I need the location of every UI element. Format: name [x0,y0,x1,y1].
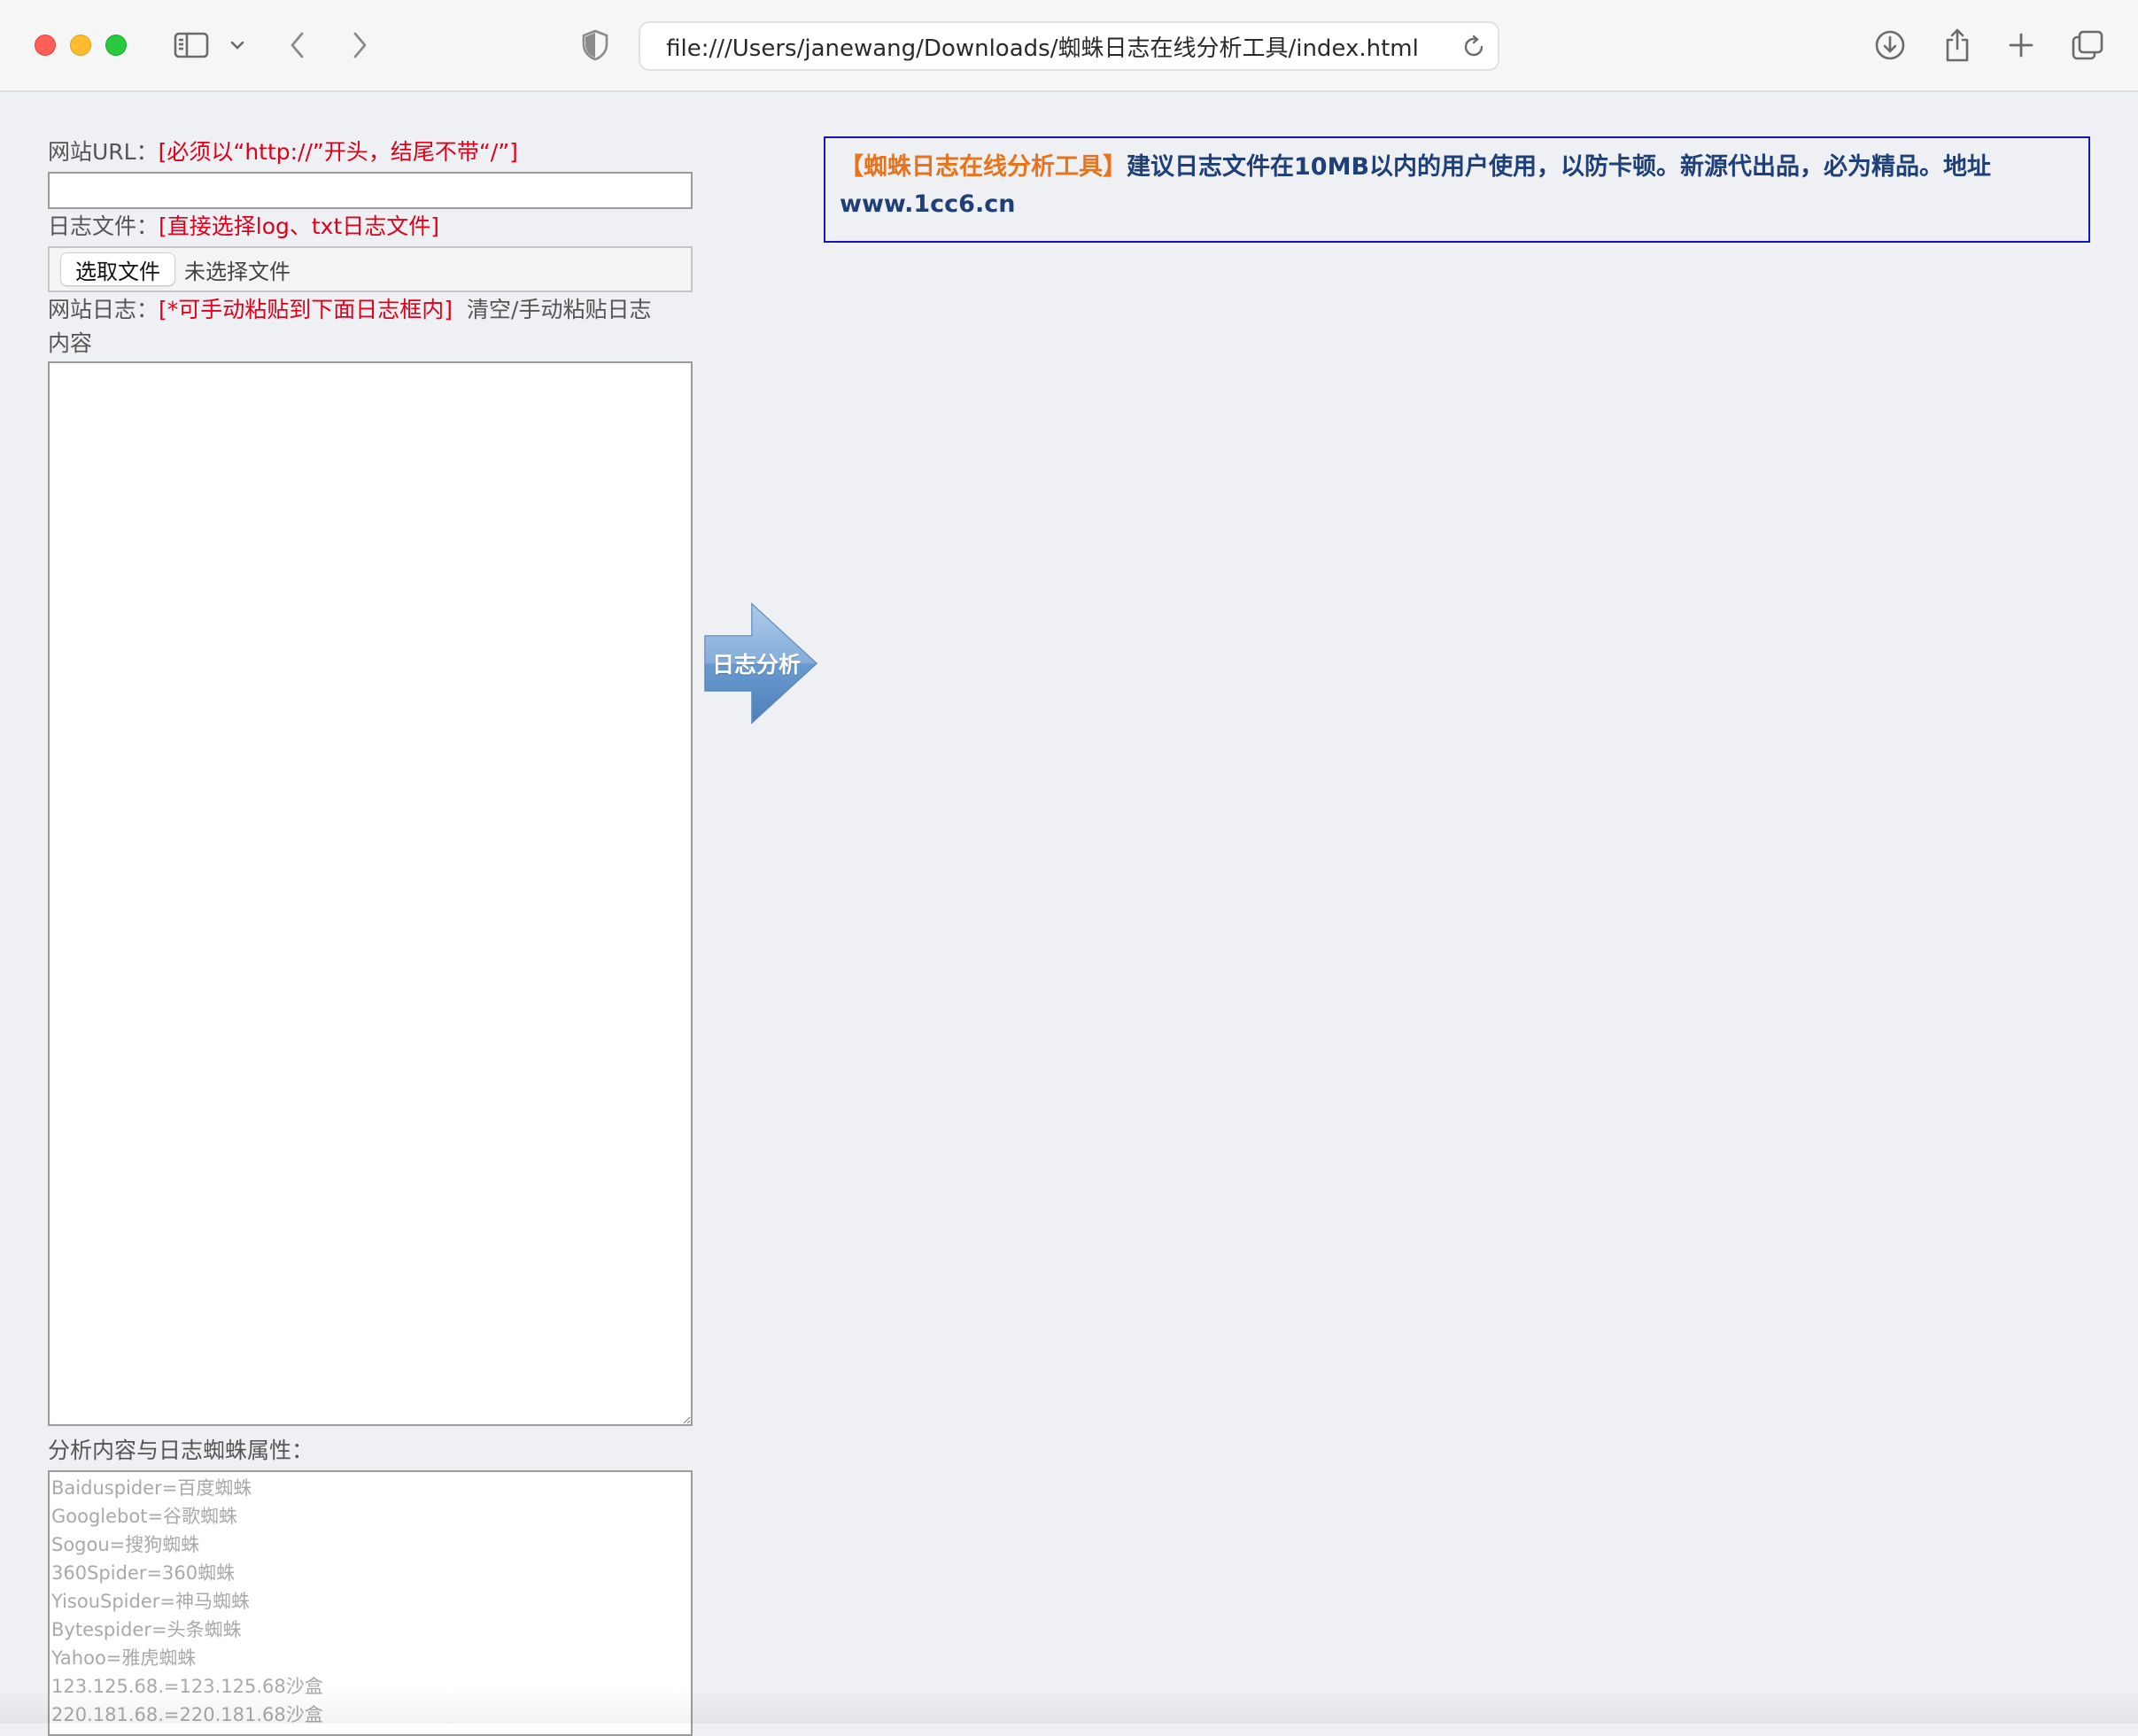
sidebar-menu-button[interactable] [225,23,250,67]
notice-url: www.1cc6.cn [840,190,1016,218]
download-icon [1873,28,1907,62]
tab-overview-button[interactable] [2067,23,2108,67]
attr-line: 123.125.68.=123.125.68沙盒 [51,1676,323,1697]
file-status: 未选择文件 [184,259,290,284]
attr-line: Googlebot=谷歌蜘蛛 [51,1506,238,1527]
reload-icon [1460,35,1487,64]
notice-box: 【蜘蛛日志在线分析工具】建议日志文件在10MB以内的用户使用，以防卡顿。新源代出… [824,136,2090,243]
back-button[interactable] [282,23,314,67]
tabs-icon [2071,29,2104,61]
attr-label: 分析内容与日志蜘蛛属性： [48,1438,314,1463]
log-hint: [*可手动粘贴到下面日志框内] [159,297,453,322]
log-textarea[interactable] [48,361,693,1426]
back-icon [288,30,307,60]
file-label: 日志文件： [48,213,159,239]
choose-file-button[interactable]: 选取文件 [60,252,175,286]
url-label-row: 网站URL：[必须以“http://”开头，结尾不带“/”] [48,136,518,168]
url-input[interactable] [48,172,693,209]
browser-toolbar: file:///Users/janewang/Downloads/蜘蛛日志在线分… [0,0,2138,92]
attr-line: Sogou=搜狗蜘蛛 [51,1534,200,1555]
minimize-window-button[interactable] [70,35,91,56]
sidebar-icon [174,31,209,59]
file-hint: [直接选择log、txt日志文件] [159,213,440,239]
file-label-row: 日志文件：[直接选择log、txt日志文件] [48,211,439,243]
share-icon [1942,27,1972,63]
forward-button[interactable] [344,23,376,67]
new-tab-button[interactable] [2002,23,2041,67]
attr-line: Bytespider=头条蜘蛛 [51,1619,242,1640]
address-bar[interactable]: file:///Users/janewang/Downloads/蜘蛛日志在线分… [639,21,1499,71]
zoom-window-button[interactable] [105,35,127,56]
attr-line: 360Spider=360蜘蛛 [51,1562,236,1584]
attr-line: Yahoo=雅虎蜘蛛 [51,1647,197,1669]
url-hint: [必须以“http://”开头，结尾不带“/”] [158,139,518,165]
forward-icon [350,30,369,60]
address-text: file:///Users/janewang/Downloads/蜘蛛日志在线分… [666,35,1419,62]
sidebar-toggle-button[interactable] [170,23,213,67]
analyze-button[interactable]: 日志分析 [703,601,820,726]
log-label-row: 网站日志：[*可手动粘贴到下面日志框内] 清空/手动粘贴日志 [48,294,651,326]
attr-line: YisouSpider=神马蜘蛛 [51,1591,250,1612]
chevron-down-icon [229,40,245,50]
attr-line: 220.181.68.=220.181.68沙盒 [51,1704,323,1725]
reload-button[interactable] [1460,34,1487,60]
shield-icon [581,29,609,61]
close-window-button[interactable] [35,35,56,56]
clear-log-link[interactable]: 清空/手动粘贴日志 [467,297,651,322]
notice-text: 建议日志文件在10MB以内的用户使用，以防卡顿。新源代出品，必为精品。地址 [1127,153,1992,181]
analyze-button-label: 日志分析 [711,652,801,678]
privacy-report-button[interactable] [577,23,613,67]
page-content: 网站URL：[必须以“http://”开头，结尾不带“/”] 日志文件：[直接选… [0,94,2138,1736]
notice-title: 【蜘蛛日志在线分析工具】 [840,153,1127,181]
log-label: 网站日志： [48,297,159,322]
url-label: 网站URL： [48,139,159,165]
plus-icon [2007,31,2035,59]
attr-textarea[interactable]: Baiduspider=百度蜘蛛 Googlebot=谷歌蜘蛛 Sogou=搜狗… [48,1470,693,1736]
share-button[interactable] [1938,23,1977,67]
attr-line: Baiduspider=百度蜘蛛 [51,1477,252,1499]
clear-log-link-cont[interactable]: 内容 [48,328,92,360]
downloads-button[interactable] [1871,23,1909,67]
file-picker: 选取文件 未选择文件 [48,246,693,292]
